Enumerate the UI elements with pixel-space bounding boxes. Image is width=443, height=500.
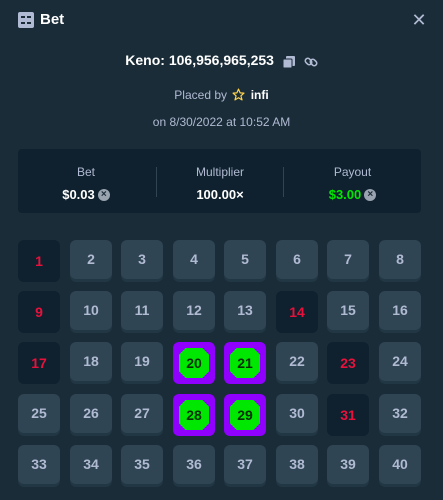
keno-tile: 7 <box>327 240 369 279</box>
keno-tile: 11 <box>121 291 163 330</box>
keno-tile: 12 <box>173 291 215 330</box>
keno-board: 1 2 3 4 5 6 7 8 9 10 11 12 13 14 15 16 17 18 19 20 21 22 23 24 2… <box>0 0 443 500</box>
keno-tile: 34 <box>70 445 112 484</box>
keno-tile-drawn: 17 <box>18 342 60 384</box>
keno-tile: 38 <box>276 445 318 484</box>
keno-tile: 35 <box>121 445 163 484</box>
keno-tile-hit: 20 <box>173 342 215 384</box>
keno-tile: 25 <box>18 394 60 433</box>
keno-tile: 32 <box>379 394 421 433</box>
keno-tile: 15 <box>327 291 369 330</box>
keno-tile: 3 <box>121 240 163 279</box>
keno-tile-drawn: 9 <box>18 291 60 333</box>
keno-tile: 10 <box>70 291 112 330</box>
tile-number: 20 <box>186 355 202 371</box>
keno-tile-hit: 21 <box>224 342 266 384</box>
keno-tile: 40 <box>379 445 421 484</box>
keno-tile-drawn: 31 <box>327 394 369 436</box>
keno-tile: 8 <box>379 240 421 279</box>
keno-tile: 2 <box>70 240 112 279</box>
keno-tile-hit: 28 <box>173 394 215 436</box>
keno-tile: 24 <box>379 342 421 381</box>
tile-number: 21 <box>237 355 253 371</box>
tile-number: 29 <box>237 407 253 423</box>
keno-tile: 18 <box>70 342 112 381</box>
keno-tile: 26 <box>70 394 112 433</box>
keno-tile: 19 <box>121 342 163 381</box>
keno-tile: 33 <box>18 445 60 484</box>
keno-tile: 39 <box>327 445 369 484</box>
keno-tile: 16 <box>379 291 421 330</box>
keno-tile: 27 <box>121 394 163 433</box>
keno-tile: 37 <box>224 445 266 484</box>
keno-tile: 4 <box>173 240 215 279</box>
tile-number: 28 <box>186 407 202 423</box>
keno-tile-drawn: 23 <box>327 342 369 384</box>
keno-tile-hit: 29 <box>224 394 266 436</box>
keno-tile: 30 <box>276 394 318 433</box>
keno-tile: 13 <box>224 291 266 330</box>
keno-tile: 36 <box>173 445 215 484</box>
keno-tile-drawn: 1 <box>18 240 60 282</box>
keno-tile: 6 <box>276 240 318 279</box>
keno-tile-drawn: 14 <box>276 291 318 333</box>
keno-tile: 5 <box>224 240 266 279</box>
keno-tile: 22 <box>276 342 318 381</box>
